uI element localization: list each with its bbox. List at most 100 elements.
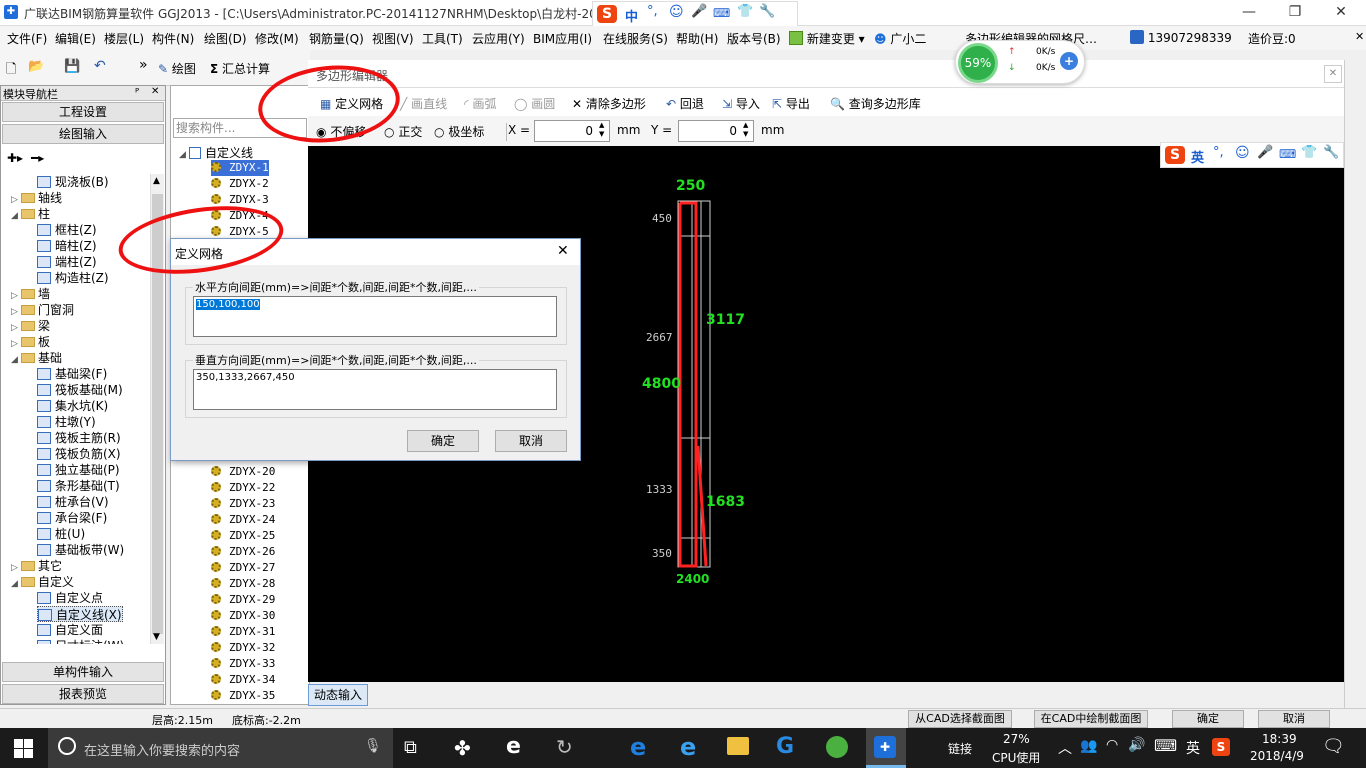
net-meter-widget[interactable]: 59% ↑ 0K/s ↓ 0K/s + xyxy=(955,40,1085,84)
microphone-icon[interactable]: 🎤 xyxy=(691,4,707,19)
keyboard-icon[interactable]: ⌨ xyxy=(713,6,730,20)
save-icon[interactable]: 💾 xyxy=(64,59,80,74)
notification-icon[interactable]: 🗨 xyxy=(1322,736,1345,757)
tree-toggle-icon[interactable]: ◢ xyxy=(11,576,21,592)
clock-date[interactable]: 2018/4/9 xyxy=(1250,749,1304,763)
ime-mode-cn[interactable]: 中 xyxy=(625,6,638,25)
tree-item[interactable]: 自定义点 xyxy=(37,590,103,606)
component-item[interactable]: ZDYX-23 xyxy=(211,496,275,512)
tree-toggle-icon[interactable]: ◢ xyxy=(11,352,21,368)
windows-start-icon[interactable] xyxy=(14,739,34,759)
dynamic-input-button[interactable]: 动态输入 xyxy=(308,684,368,706)
tree-item[interactable]: ▷ 板 xyxy=(11,334,50,350)
menu-rebar[interactable]: 钢筋量(Q) xyxy=(309,30,364,47)
menu-edit[interactable]: 编辑(E) xyxy=(55,30,96,47)
component-item[interactable]: ZDYX-33 xyxy=(211,656,275,672)
punctuation-icon[interactable]: °, xyxy=(647,4,658,19)
tree-item[interactable]: 端柱(Z) xyxy=(37,254,97,270)
component-item[interactable]: ZDYX-26 xyxy=(211,544,275,560)
keyboard-icon[interactable]: ⌨ xyxy=(1279,147,1296,161)
tree-item[interactable]: ◢ 自定义 xyxy=(11,574,74,590)
tree-item[interactable]: 桩(U) xyxy=(37,526,85,542)
menu-modify[interactable]: 修改(M) xyxy=(255,30,299,47)
fan-app-icon[interactable]: ✤ xyxy=(454,736,471,760)
from-cad-button[interactable]: 从CAD选择截面图 xyxy=(908,710,1012,728)
sogou-ime-bar[interactable]: S 中 °, ☺ 🎤 ⌨ 👕 🔧 xyxy=(592,1,798,27)
x-spinner-icon[interactable]: ▲ ▼ xyxy=(599,121,604,139)
close-button[interactable]: ✕ xyxy=(1318,0,1364,26)
guangxiaoer-menu[interactable]: ☻ 广小二 xyxy=(874,30,926,47)
collapse-all-icon[interactable]: ━▸ xyxy=(31,151,44,165)
tree-item[interactable]: ◢ 基础 xyxy=(11,350,62,366)
menu-help[interactable]: 帮助(H) xyxy=(676,30,718,47)
ime-indicator[interactable]: 英 xyxy=(1186,738,1200,758)
tree-item[interactable]: 条形基础(T) xyxy=(37,478,120,494)
tree-item[interactable]: 基础梁(F) xyxy=(37,366,107,382)
tree-item[interactable]: 柱墩(Y) xyxy=(37,414,96,430)
expand-all-icon[interactable]: ✚▸ xyxy=(7,151,23,165)
undo-icon[interactable]: ↶ xyxy=(94,58,106,74)
radio-polar[interactable]: ○ 极坐标 xyxy=(434,123,484,140)
tree-item[interactable]: 筏板基础(M) xyxy=(37,382,123,398)
editor-cancel-button[interactable]: 取消 xyxy=(1258,710,1330,728)
component-item[interactable]: ZDYX-20 xyxy=(211,464,275,480)
nav-close-icon[interactable]: ✕ xyxy=(151,86,159,97)
menu-component[interactable]: 构件(N) xyxy=(152,30,194,47)
cancel-button[interactable]: 取消 xyxy=(495,430,567,452)
menu-draw[interactable]: 绘图(D) xyxy=(204,30,247,47)
component-item[interactable]: ZDYX-35 xyxy=(211,688,275,704)
ie-browser-icon[interactable]: e xyxy=(680,733,696,761)
sum-button[interactable]: Σ 汇总计算 xyxy=(210,60,270,77)
tree-item[interactable]: 构造柱(Z) xyxy=(37,270,109,286)
tree-toggle-icon[interactable]: ◢ xyxy=(179,150,189,160)
sogou-tray-icon[interactable]: S xyxy=(1212,738,1230,756)
component-item[interactable]: ZDYX-27 xyxy=(211,560,275,576)
link-label[interactable]: 链接 xyxy=(948,740,972,757)
tree-item[interactable]: 自定义线(X) xyxy=(37,606,123,622)
menu-online[interactable]: 在线服务(S) xyxy=(603,30,668,47)
component-item[interactable]: ZDYX-22 xyxy=(211,480,275,496)
ie-icon[interactable]: e xyxy=(506,734,521,759)
component-item[interactable]: ZDYX-2 xyxy=(211,176,269,192)
skin-icon[interactable]: 👕 xyxy=(1301,145,1317,160)
punctuation-icon[interactable]: °, xyxy=(1213,145,1224,160)
sogou-ime-bar-2[interactable]: S 英 °, ☺ 🎤 ⌨ 👕 🔧 xyxy=(1160,142,1344,168)
draw-line-button[interactable]: ╱ 画直线 xyxy=(400,95,447,112)
draw-in-cad-button[interactable]: 在CAD中绘制截面图 xyxy=(1034,710,1148,728)
skin-icon[interactable]: 👕 xyxy=(737,4,753,19)
file-explorer-icon[interactable] xyxy=(727,737,749,755)
single-input-button[interactable]: 单构件输入 xyxy=(2,662,164,682)
tree-item[interactable]: 框柱(Z) xyxy=(37,222,97,238)
tree-item[interactable]: ▷ 门窗洞 xyxy=(11,302,74,318)
radio-ortho[interactable]: ○ 正交 xyxy=(384,123,422,140)
tree-item[interactable]: 自定义面 xyxy=(37,622,103,638)
ime-mode-en[interactable]: 英 xyxy=(1191,147,1204,166)
export-button[interactable]: ⇱ 导出 xyxy=(772,95,810,112)
drawing-input-button[interactable]: 绘图输入 xyxy=(2,124,164,144)
tree-item[interactable]: 承台梁(F) xyxy=(37,510,107,526)
microphone-icon[interactable]: 🎙 xyxy=(364,738,382,754)
menu-bim[interactable]: BIM应用(I) xyxy=(533,30,592,47)
menu-cloud[interactable]: 云应用(Y) xyxy=(472,30,525,47)
tree-item[interactable]: ▷ 墙 xyxy=(11,286,50,302)
component-item[interactable]: ZDYX-25 xyxy=(211,528,275,544)
sync-icon[interactable]: ↻ xyxy=(556,735,573,759)
component-item[interactable]: ZDYX-34 xyxy=(211,672,275,688)
scroll-up-icon[interactable]: ▲ xyxy=(153,176,160,186)
new-change-menu[interactable]: 新建变更 ▾ xyxy=(789,30,865,47)
emoji-icon[interactable]: ☺ xyxy=(669,4,684,20)
menu-file[interactable]: 文件(F) xyxy=(7,30,47,47)
account-menu[interactable]: 13907298339 xyxy=(1130,30,1232,45)
component-item[interactable]: ZDYX-30 xyxy=(211,608,275,624)
more-tools-icon[interactable]: » xyxy=(139,57,148,73)
microphone-icon[interactable]: 🎤 xyxy=(1257,145,1273,160)
draw-circle-button[interactable]: ◯ 画圆 xyxy=(514,95,555,112)
tree-item[interactable]: 筏板主筋(R) xyxy=(37,430,121,446)
tree-item[interactable]: 尺寸标注(W) xyxy=(37,638,124,644)
volume-icon[interactable]: 🔊 xyxy=(1128,737,1145,753)
y-spinner-icon[interactable]: ▲ ▼ xyxy=(743,121,748,139)
pin-icon[interactable]: ᴾ xyxy=(135,86,139,99)
draw-arc-button[interactable]: ◜ 画弧 xyxy=(464,95,497,112)
glodon-g-icon[interactable]: G xyxy=(776,734,794,759)
tree-item[interactable]: 筏板负筋(X) xyxy=(37,446,121,462)
